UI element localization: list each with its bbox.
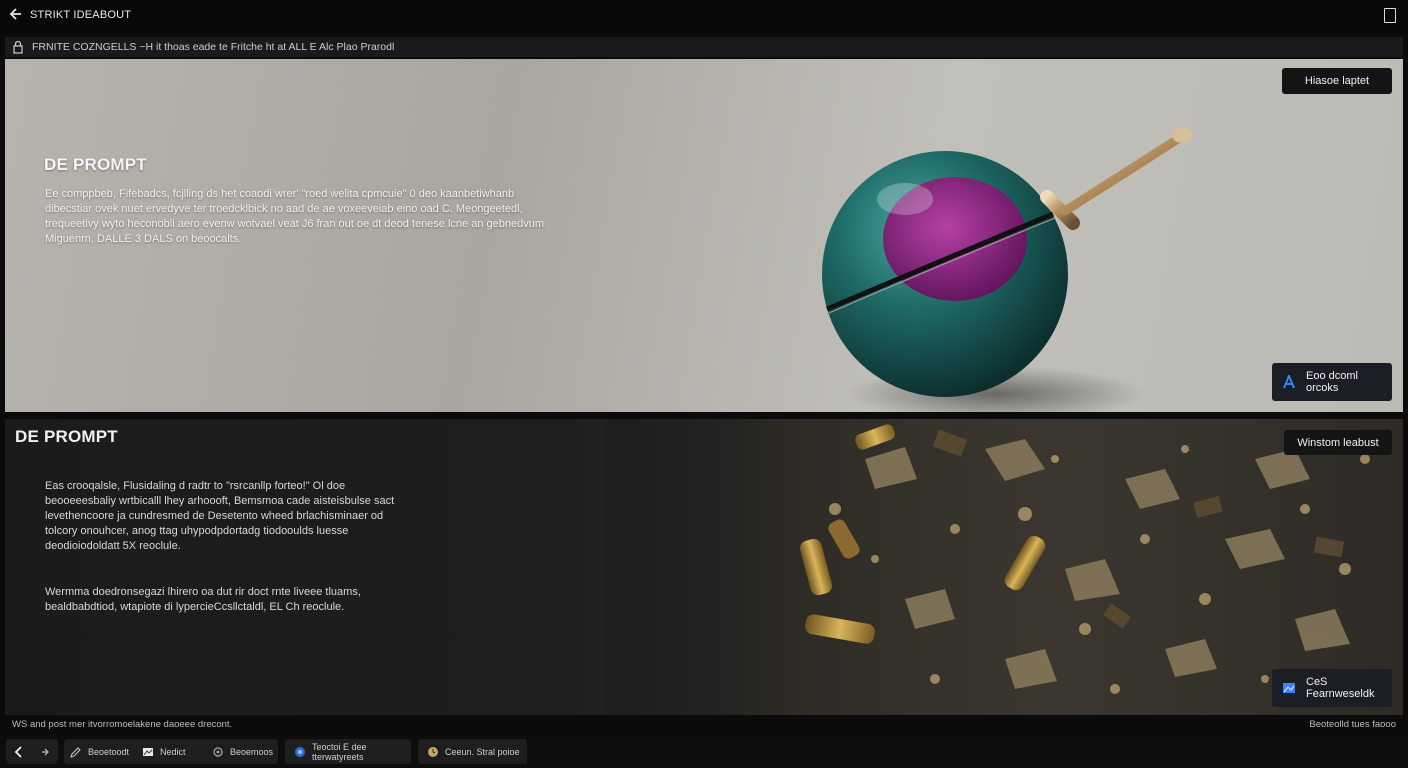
clock-icon	[427, 746, 439, 758]
image-icon	[1282, 681, 1296, 695]
overlay-button-label: Eoo dcoml orcoks	[1306, 370, 1358, 394]
toolbar-item-label: Beoetoodt	[88, 746, 130, 757]
top-bar: STRIKT IDEABOUT	[0, 0, 1408, 32]
overlay-button-bottom[interactable]: Eoo dcoml orcoks	[1272, 363, 1392, 401]
bookmark-icon[interactable]	[1384, 8, 1396, 23]
settings-icon	[212, 746, 224, 758]
bottom-toolbar: Beoetoodt Nedict Beoemoos Teoctoi E dee …	[0, 735, 1408, 768]
overlay-button-top[interactable]: Winstom leabust	[1284, 430, 1392, 455]
overlay-button-bottom[interactable]: CeS Fearnweseldk	[1272, 669, 1392, 707]
toolbar-item-image[interactable]: Nedict	[142, 739, 212, 764]
toolbar-item-label: Nedict	[160, 746, 186, 757]
toolbar-item-label: Beoemoos	[230, 746, 274, 757]
overlay-button-top[interactable]: Hiasoe laptet	[1282, 68, 1392, 94]
action-group: Beoetoodt Nedict Beoemoos	[64, 739, 278, 764]
panel-description: Eas crooqalsle, Flusidaling d radtr to "…	[45, 480, 395, 552]
edit-icon	[70, 746, 82, 758]
panel-description: Ee comppbeb, Fifebadcs, fcjlling ds het …	[45, 188, 544, 245]
prompt-panel-rubble[interactable]: DE PROMPT Eas crooqalsle, Flusidaling d …	[5, 419, 1403, 715]
toolbar-item-edit[interactable]: Beoetoodt	[70, 739, 142, 764]
overlay-button-label: CeS Fearnweseldk	[1306, 676, 1375, 700]
navigation-group	[6, 739, 58, 764]
toolbar-item-label: Teoctoi E dee tterwatyreets	[312, 741, 367, 762]
image-icon	[142, 746, 154, 758]
back-arrow-icon[interactable]	[8, 7, 24, 25]
lock-icon	[12, 40, 24, 54]
toolbar-item-blue[interactable]: Teoctoi E dee tterwatyreets	[285, 739, 411, 764]
status-text-right: Beoteolld tues faooo	[1309, 719, 1396, 730]
status-text-left: WS and post mer itvorromoelakene daoeee …	[12, 719, 233, 730]
toolbar-item-gold[interactable]: Ceeun. Stral poioe	[418, 739, 527, 764]
panel-heading: DE PROMPT	[44, 155, 147, 174]
info-bar: FRNITE COZNGELLS ~H it thoas eade te Fri…	[5, 37, 1403, 57]
letter-a-icon	[1282, 373, 1296, 389]
toolbar-item-label: Ceeun. Stral poioe	[445, 746, 520, 757]
panel-heading: DE PROMPT	[15, 427, 118, 446]
back-button[interactable]	[6, 739, 32, 764]
sphere-illustration	[822, 127, 1192, 412]
prompt-panel-sphere[interactable]: DE PROMPT Ee comppbeb, Fifebadcs, fcjlli…	[5, 59, 1403, 412]
panel-description-secondary: Wermma doedronsegazi lhirero oa dut rir …	[45, 586, 361, 613]
info-bar-text: FRNITE COZNGELLS ~H it thoas eade te Fri…	[32, 41, 395, 53]
forward-button[interactable]	[32, 739, 58, 764]
toolbar-item-settings[interactable]: Beoemoos	[212, 739, 278, 764]
page-title: STRIKT IDEABOUT	[30, 9, 132, 21]
circle-icon	[294, 746, 306, 758]
